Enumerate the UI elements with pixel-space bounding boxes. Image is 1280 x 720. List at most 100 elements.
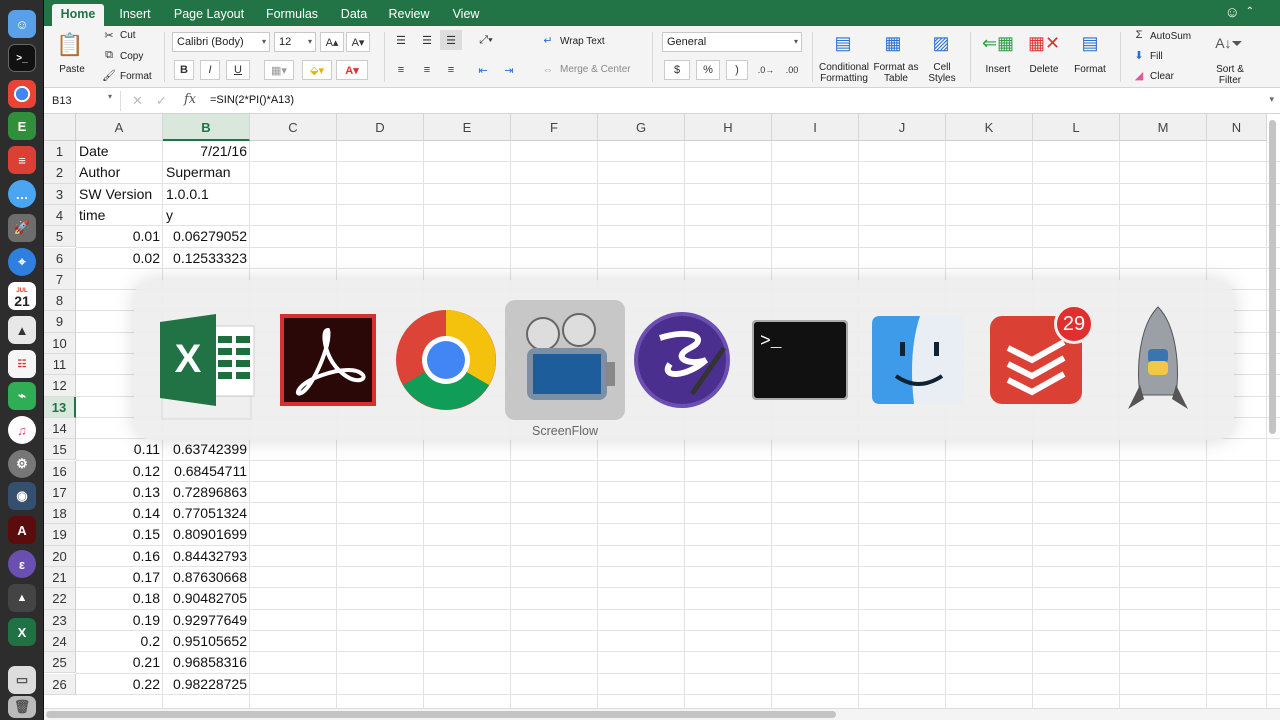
safari-dock-icon[interactable]: ⌖ [8,248,36,276]
percent-format-button[interactable]: % [696,60,720,80]
terminal-dock-icon[interactable]: >_ [8,44,36,72]
tab-data[interactable]: Data [336,4,372,26]
cancel-icon[interactable]: ✕ [132,93,143,109]
font-name-select[interactable]: Calibri (Body) ▾ [172,32,270,52]
numbers-dock-icon[interactable]: ⌁ [8,382,36,410]
cell-b2[interactable]: Superman [163,162,250,183]
underline-button[interactable]: U [226,60,250,80]
switcher-app-acrobat[interactable] [276,308,380,412]
column-header-i[interactable]: I [772,114,859,141]
cell-b21[interactable]: 0.87630668 [163,567,250,588]
sort-filter-button[interactable]: Sort & Filter [1208,64,1252,86]
column-header-c[interactable]: C [250,114,337,141]
increase-font-size-button[interactable]: A▴ [320,32,344,52]
decrease-decimal-button[interactable]: .00 [780,60,804,80]
preview-dock-icon[interactable]: ▲ [8,316,36,344]
align-left-button[interactable]: ≡ [390,60,412,80]
cut-button[interactable]: Cut [120,30,140,41]
cell-a3[interactable]: SW Version [76,184,163,205]
row-header-1[interactable]: 1 [44,141,76,163]
cell-b15[interactable]: 0.63742399 [163,439,250,460]
column-header-k[interactable]: K [946,114,1033,141]
switcher-app-finder[interactable] [866,308,970,412]
cell-b25[interactable]: 0.96858316 [163,652,250,673]
cell-a6[interactable]: 0.02 [76,248,163,269]
expand-formula-bar-icon[interactable]: ▾ [1269,94,1274,105]
feedback-smiley-icon[interactable]: ☺ [1225,4,1240,21]
copy-icon[interactable]: ⧉ [102,48,116,62]
column-header-g[interactable]: G [598,114,685,141]
row-header-16[interactable]: 16 [44,460,76,482]
row-header-19[interactable]: 19 [44,524,76,546]
autosum-icon[interactable]: Σ [1132,28,1146,42]
insert-cells-button[interactable]: Insert [980,64,1016,75]
cell-a18[interactable]: 0.14 [76,503,163,524]
cell-a2[interactable]: Author [76,162,163,183]
format-painter-button[interactable]: Format [120,71,156,82]
row-header-13[interactable]: 13 [44,396,76,418]
font-size-select[interactable]: 12 ▾ [274,32,316,52]
cell-styles-icon[interactable]: ▨ [928,30,954,56]
cell-a1[interactable]: Date [76,141,163,162]
tab-review[interactable]: Review [384,4,434,26]
format-cells-button[interactable]: Format [1070,64,1110,75]
fill-button[interactable]: Fill [1150,51,1180,62]
row-header-10[interactable]: 10 [44,332,76,354]
increase-decimal-button[interactable]: .0→ [754,60,778,80]
column-header-h[interactable]: H [685,114,772,141]
cell-a22[interactable]: 0.18 [76,588,163,609]
row-header-20[interactable]: 20 [44,545,76,567]
row-header-7[interactable]: 7 [44,268,76,291]
column-header-l[interactable]: L [1033,114,1120,141]
row-header-24[interactable]: 24 [44,630,76,653]
column-header-f[interactable]: F [511,114,598,141]
cell-a24[interactable]: 0.2 [76,631,163,652]
switcher-app-excel[interactable]: X [154,308,258,412]
screenflow-dock-icon[interactable]: ◉ [8,482,36,510]
align-right-button[interactable]: ≡ [440,60,462,80]
trash-dock-icon[interactable]: 🗑 [8,696,36,718]
bold-button[interactable]: B [174,60,194,80]
format-cells-icon[interactable]: ▤ [1076,30,1104,56]
cell-b1[interactable]: 7/21/16 [163,141,250,162]
cell-a20[interactable]: 0.16 [76,546,163,567]
row-header-2[interactable]: 2 [44,162,76,184]
clear-button[interactable]: Clear [1150,71,1186,82]
cell-b19[interactable]: 0.80901699 [163,524,250,545]
name-box[interactable]: B13 [48,92,116,110]
cell-a4[interactable]: time [76,205,163,226]
font-color-button[interactable]: A▾ [336,60,368,80]
tab-formulas[interactable]: Formulas [260,4,324,26]
cell-a21[interactable]: 0.17 [76,567,163,588]
cell-a23[interactable]: 0.19 [76,610,163,631]
row-header-15[interactable]: 15 [44,439,76,461]
cell-b26[interactable]: 0.98228725 [163,674,250,695]
documents-dock-icon[interactable]: ▭ [8,666,36,694]
cell-a25[interactable]: 0.21 [76,652,163,673]
currency-format-button[interactable]: $ [664,60,690,80]
column-header-j[interactable]: J [859,114,946,141]
column-header-e[interactable]: E [424,114,511,141]
switcher-app-terminal[interactable]: >_ [748,308,852,412]
evernote-dock-icon[interactable]: E [8,112,36,140]
copy-button[interactable]: Copy [120,51,146,62]
align-bottom-button[interactable]: ☰ [440,30,462,50]
wrap-text-button[interactable]: Wrap Text [560,36,616,47]
row-header-21[interactable]: 21 [44,567,76,589]
switcher-app-emacs[interactable] [630,308,734,412]
acrobat-dock-icon[interactable]: A [8,516,36,544]
sort-filter-icon[interactable]: A↓⏷ [1214,30,1244,56]
fill-color-button[interactable]: ⬙▾ [302,60,332,80]
number-format-select[interactable]: General ▾ [662,32,802,52]
collapse-ribbon-icon[interactable]: ⌃ [1246,6,1254,17]
cell-a5[interactable]: 0.01 [76,226,163,247]
insert-function-icon[interactable]: fx [184,92,196,107]
row-header-3[interactable]: 3 [44,183,76,205]
row-header-8[interactable]: 8 [44,290,76,312]
merge-center-button[interactable]: Merge & Center [560,64,644,75]
insert-cells-icon[interactable]: ⇐▦ [982,30,1014,56]
excel-dock-icon[interactable]: X [8,618,36,646]
horizontal-scrollbar[interactable] [46,711,836,718]
system-preferences-dock-icon[interactable]: ⚙ [8,450,36,478]
itunes-dock-icon[interactable]: ♫ [8,416,36,444]
